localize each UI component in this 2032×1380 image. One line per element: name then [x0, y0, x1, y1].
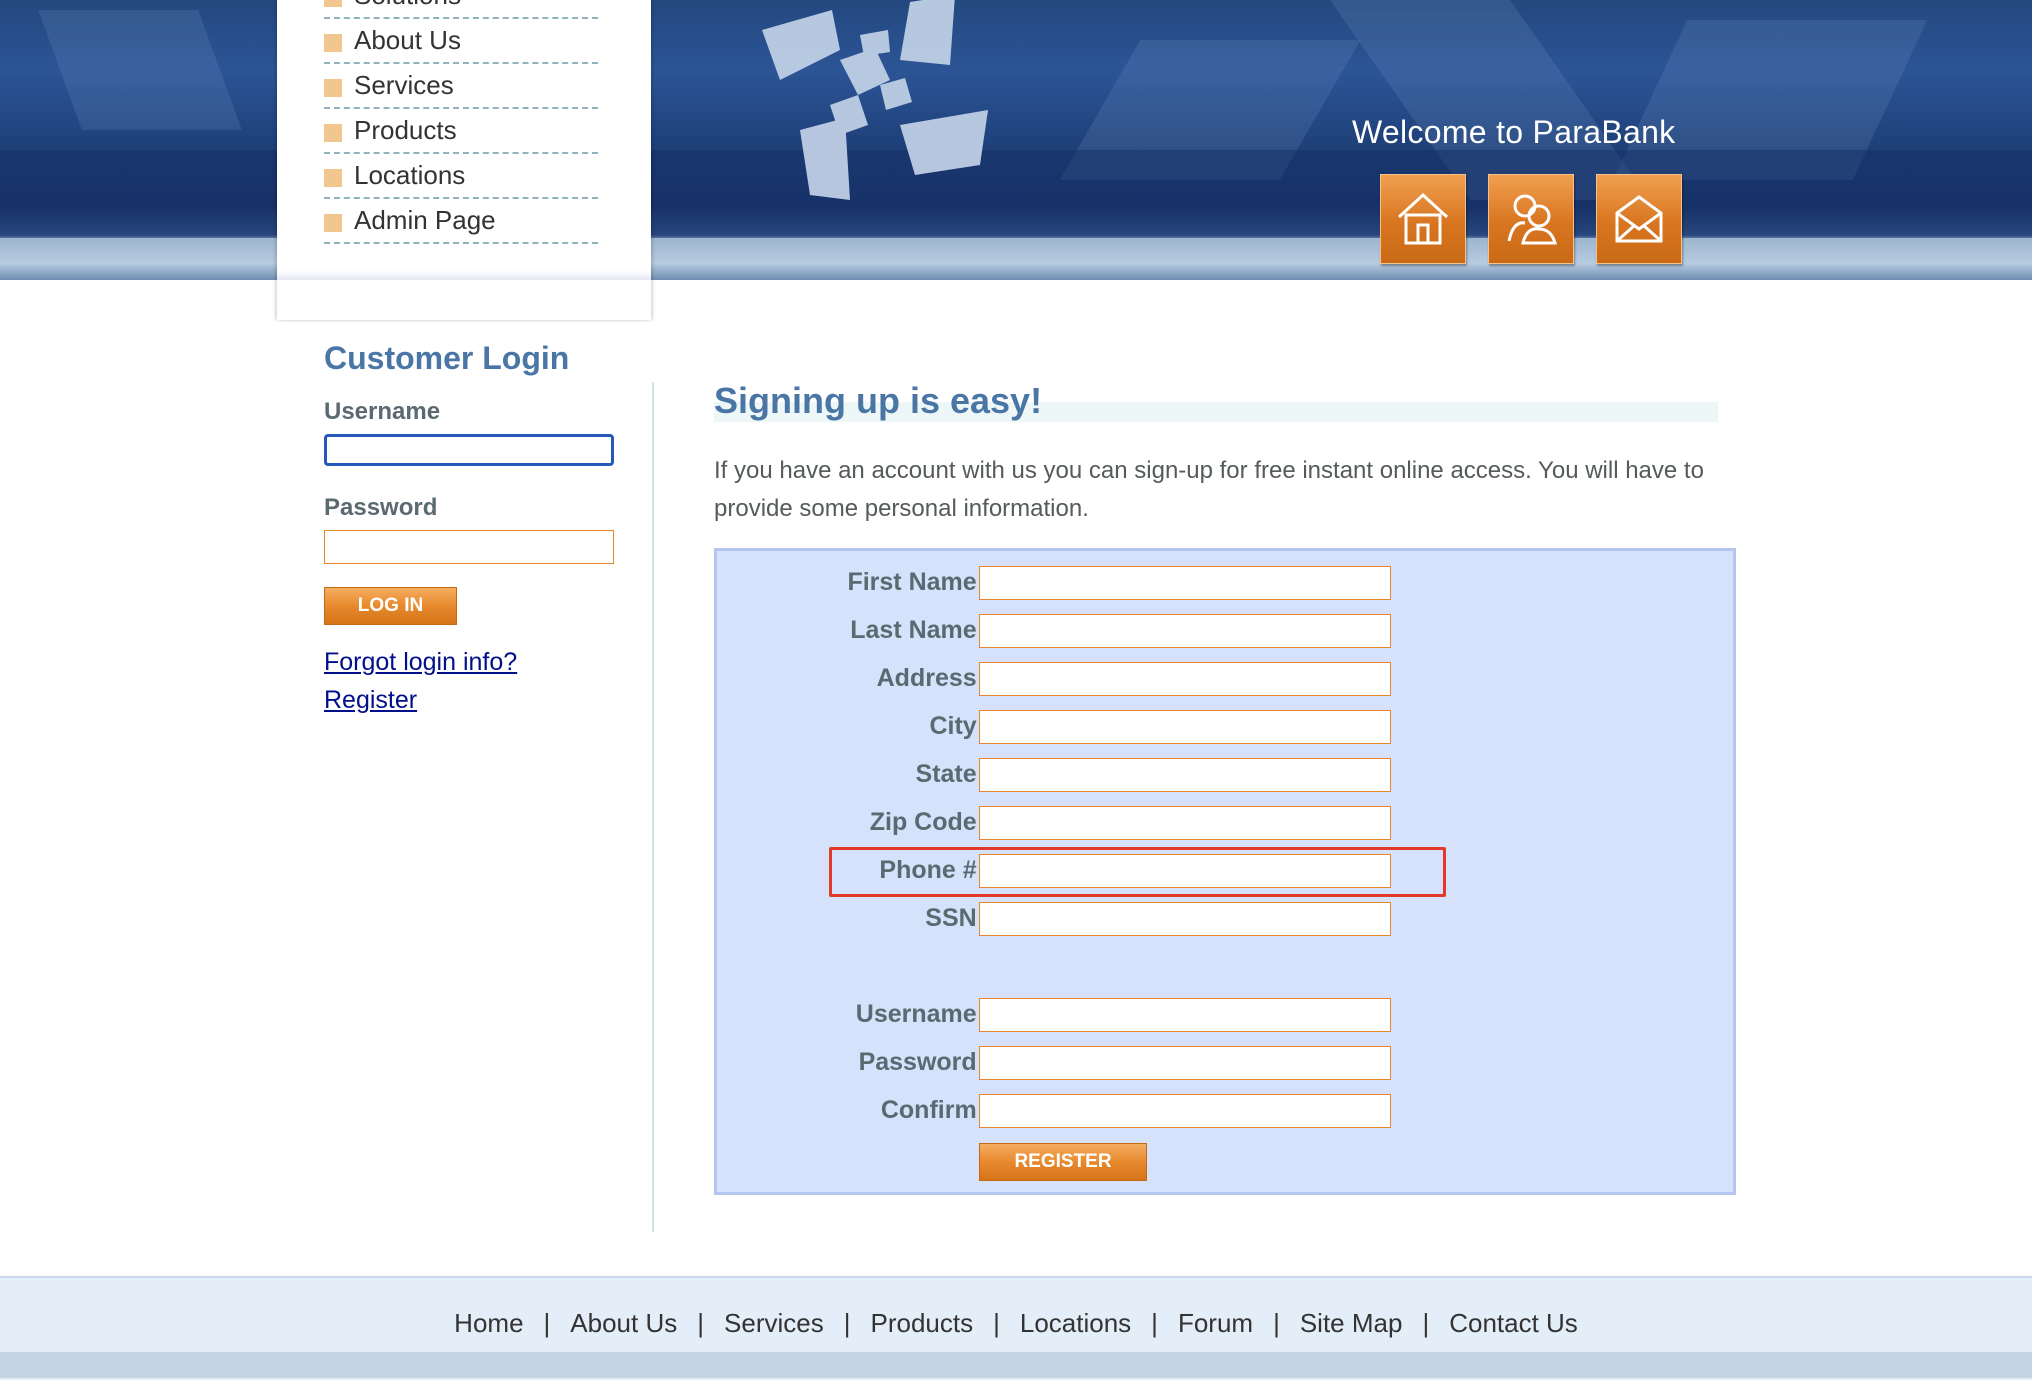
- state-input[interactable]: [979, 758, 1391, 792]
- customer-password-input[interactable]: [979, 1046, 1391, 1080]
- first-name-row: First Name:: [717, 566, 1733, 600]
- intro-text: If you have an account with us you can s…: [714, 457, 1704, 522]
- login-button[interactable]: LOG IN: [324, 587, 457, 625]
- login-username-input[interactable]: [324, 434, 614, 466]
- bullet-icon: [324, 34, 342, 52]
- column-divider: [652, 382, 654, 1232]
- parabank-logo-art: [762, 0, 988, 200]
- last-name-input[interactable]: [979, 614, 1391, 648]
- home-button[interactable]: [1380, 174, 1466, 264]
- address-input[interactable]: [979, 662, 1391, 696]
- menu-link-services[interactable]: Services: [354, 70, 454, 101]
- bullet-icon: [324, 169, 342, 187]
- state-row: State:: [717, 758, 1733, 792]
- home-icon: [1397, 192, 1449, 245]
- left-menu: Solutions About Us Services Products Loc…: [324, 0, 598, 244]
- footer-link-services[interactable]: Services: [724, 1308, 824, 1338]
- city-row: City:: [717, 710, 1733, 744]
- about-button[interactable]: [1488, 174, 1574, 264]
- footer-link-contact-us[interactable]: Contact Us: [1449, 1308, 1578, 1338]
- ssn-label: SSN:: [925, 904, 985, 932]
- last-name-row: Last Name:: [717, 614, 1733, 648]
- customer-password-label: Password:: [858, 1048, 985, 1076]
- menu-item-solutions: Solutions: [324, 0, 598, 19]
- menu-item-services: Services: [324, 64, 598, 109]
- ssn-row: SSN:: [717, 902, 1733, 936]
- customer-username-label: Username:: [855, 1000, 985, 1028]
- footer-nav: Home | About Us | Services | Products | Location…: [454, 1308, 1578, 1338]
- menu-item-about-us: About Us: [324, 19, 598, 64]
- footer-link-home[interactable]: Home: [454, 1308, 523, 1338]
- envelope-icon: [1615, 195, 1663, 243]
- bullet-icon: [324, 124, 342, 142]
- city-input[interactable]: [979, 710, 1391, 744]
- state-label: State:: [915, 760, 985, 788]
- people-icon: [1507, 194, 1557, 245]
- username-label: Username: [324, 398, 441, 425]
- menu-link-admin-page[interactable]: Admin Page: [354, 205, 496, 236]
- menu-item-admin-page: Admin Page: [324, 199, 598, 244]
- menu-link-about-us[interactable]: About Us: [354, 25, 461, 56]
- password-label: Password: [324, 494, 438, 521]
- confirm-row: Confirm:: [717, 1094, 1733, 1128]
- customer-username-input[interactable]: [979, 998, 1391, 1032]
- address-label: Address:: [876, 664, 985, 692]
- zip-code-row: Zip Code:: [717, 806, 1733, 840]
- password-row: Password:: [717, 1046, 1733, 1080]
- last-name-label: Last Name:: [850, 616, 985, 644]
- footer-link-site-map[interactable]: Site Map: [1300, 1308, 1403, 1338]
- confirm-password-input[interactable]: [979, 1094, 1391, 1128]
- footer-bottom-strip: [0, 1352, 2032, 1378]
- menu-link-products[interactable]: Products: [354, 115, 457, 146]
- footer-link-products[interactable]: Products: [870, 1308, 973, 1338]
- contact-button[interactable]: [1596, 174, 1682, 264]
- page-title: Signing up is easy!: [714, 380, 1043, 421]
- menu-link-solutions[interactable]: Solutions: [354, 0, 461, 11]
- bullet-icon: [324, 79, 342, 97]
- bullet-icon: [324, 214, 342, 232]
- menu-item-products: Products: [324, 109, 598, 154]
- menu-link-locations[interactable]: Locations: [354, 160, 465, 191]
- first-name-input[interactable]: [979, 566, 1391, 600]
- address-row: Address:: [717, 662, 1733, 696]
- confirm-label: Confirm:: [880, 1096, 985, 1124]
- zip-code-input[interactable]: [979, 806, 1391, 840]
- city-label: City:: [929, 712, 985, 740]
- zip-code-label: Zip Code:: [869, 808, 985, 836]
- welcome-text: Welcome to ParaBank: [1352, 114, 1676, 150]
- ssn-input[interactable]: [979, 902, 1391, 936]
- login-password-input[interactable]: [324, 530, 614, 564]
- footer-link-forum[interactable]: Forum: [1178, 1308, 1253, 1338]
- login-title: Customer Login: [324, 340, 570, 376]
- username-row: Username:: [717, 998, 1733, 1032]
- bullet-icon: [324, 0, 342, 7]
- menu-item-locations: Locations: [324, 154, 598, 199]
- forgot-login-link[interactable]: Forgot login info?: [324, 648, 517, 677]
- footer-link-about-us[interactable]: About Us: [570, 1308, 677, 1338]
- phone-field-highlight: [829, 847, 1446, 897]
- first-name-label: First Name:: [847, 568, 985, 596]
- register-button[interactable]: REGISTER: [979, 1143, 1147, 1181]
- footer-link-locations[interactable]: Locations: [1020, 1308, 1131, 1338]
- register-link[interactable]: Register: [324, 686, 417, 715]
